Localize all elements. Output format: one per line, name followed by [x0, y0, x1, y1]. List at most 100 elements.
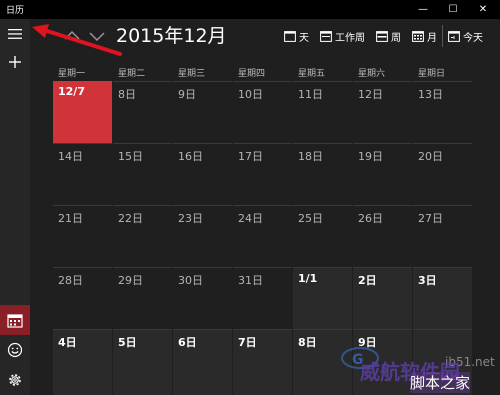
day-cell[interactable]: 13日 [413, 81, 472, 143]
title-bar: 日历 — ☐ ✕ [0, 0, 500, 19]
weekday-label: 星期一 [58, 69, 86, 79]
day-number: 12日 [358, 88, 383, 101]
new-event-button[interactable] [0, 47, 30, 77]
day-number: 25日 [298, 212, 323, 225]
today-icon [448, 30, 460, 42]
day-number: 23日 [178, 212, 203, 225]
weekday-label: 星期日 [418, 69, 446, 79]
today-button[interactable]: 今天 [448, 25, 483, 47]
day-number: 4日 [58, 336, 77, 349]
calendar-icon [7, 313, 23, 328]
workweek-view-icon [320, 30, 332, 42]
day-cell[interactable]: 22日 [113, 205, 172, 267]
day-number: 28日 [58, 274, 83, 287]
today-label: 今天 [463, 32, 483, 44]
month-title: 2015年12月 [116, 25, 227, 47]
day-number: 29日 [118, 274, 143, 287]
week-view-label: 周 [391, 32, 401, 44]
day-number: 18日 [298, 150, 323, 163]
day-number: 5日 [118, 336, 137, 349]
day-number: 12/7 [58, 85, 85, 98]
day-cell[interactable]: 26日 [353, 205, 412, 267]
minimize-button[interactable]: — [408, 0, 438, 19]
calendar-nav-button[interactable] [0, 305, 30, 335]
menu-button[interactable] [0, 19, 30, 49]
day-number: 21日 [58, 212, 83, 225]
month-view-label: 月 [427, 32, 437, 44]
workweek-view-button[interactable]: 工作周 [320, 25, 365, 47]
day-number: 6日 [178, 336, 197, 349]
day-cell[interactable]: 29日 [113, 267, 172, 329]
sidebar [0, 19, 30, 395]
day-cell[interactable]: 12日 [353, 81, 412, 143]
day-cell[interactable]: 14日 [53, 143, 112, 205]
day-number: 10日 [238, 88, 263, 101]
day-cell[interactable]: 27日 [413, 205, 472, 267]
toolbar-divider [442, 25, 443, 47]
day-cell[interactable]: 8日 [113, 81, 172, 143]
close-button[interactable]: ✕ [468, 0, 498, 19]
day-cell[interactable]: 21日 [53, 205, 112, 267]
app-title: 日历 [6, 6, 25, 16]
day-number: 27日 [418, 212, 443, 225]
day-number: 20日 [418, 150, 443, 163]
weekday-label: 星期四 [238, 69, 266, 79]
day-number: 15日 [118, 150, 143, 163]
day-cell[interactable]: 23日 [173, 205, 232, 267]
day-cell[interactable]: 20日 [413, 143, 472, 205]
month-view-icon [412, 30, 424, 42]
day-cell[interactable]: 4日 [53, 329, 112, 395]
workweek-view-label: 工作周 [335, 32, 365, 44]
day-cell[interactable]: 25日 [293, 205, 352, 267]
feedback-button[interactable] [0, 335, 30, 365]
day-cell[interactable]: 24日 [233, 205, 292, 267]
day-cell[interactable]: 11日 [293, 81, 352, 143]
day-cell[interactable]: 16日 [173, 143, 232, 205]
day-view-label: 天 [299, 32, 309, 44]
day-cell-today[interactable]: 12/7 [53, 81, 112, 143]
day-cell[interactable]: 17日 [233, 143, 292, 205]
day-number: 2日 [358, 274, 377, 287]
day-number: 8日 [118, 88, 136, 101]
week-view-button[interactable]: 周 [376, 25, 401, 47]
day-cell[interactable]: 9日 [173, 81, 232, 143]
day-number: 19日 [358, 150, 383, 163]
day-number: 9日 [178, 88, 196, 101]
calendar-main: 2015年12月 天 工作周 周 月 今天 星期一 星期二 星期三 星期四 星期… [30, 19, 500, 395]
settings-button[interactable] [0, 365, 30, 395]
gear-icon [9, 374, 21, 386]
day-view-icon [284, 30, 296, 42]
day-number: 24日 [238, 212, 263, 225]
day-cell[interactable]: 7日 [233, 329, 292, 395]
day-cell[interactable]: 2日 [353, 267, 412, 329]
maximize-button[interactable]: ☐ [438, 0, 468, 19]
day-number: 13日 [418, 88, 443, 101]
day-number: 31日 [238, 274, 263, 287]
day-number: 3日 [418, 274, 437, 287]
day-number: 16日 [178, 150, 203, 163]
day-view-button[interactable]: 天 [284, 25, 309, 47]
day-cell[interactable]: 30日 [173, 267, 232, 329]
day-cell[interactable]: 28日 [53, 267, 112, 329]
day-cell[interactable]: 5日 [113, 329, 172, 395]
day-cell[interactable]: 18日 [293, 143, 352, 205]
day-number: 26日 [358, 212, 383, 225]
day-cell[interactable]: 6日 [173, 329, 232, 395]
day-cell[interactable]: 3日 [413, 267, 472, 329]
plus-icon [9, 56, 21, 68]
weekday-label: 星期五 [298, 69, 326, 79]
weekday-label: 星期二 [118, 69, 146, 79]
day-number: 11日 [298, 88, 323, 101]
day-number: 8日 [298, 336, 317, 349]
annotation-arrow-icon [32, 24, 122, 56]
month-view-button[interactable]: 月 [412, 25, 437, 47]
hamburger-menu-icon [8, 29, 22, 39]
day-cell[interactable]: 19日 [353, 143, 412, 205]
day-cell[interactable]: 10日 [233, 81, 292, 143]
day-number: 22日 [118, 212, 143, 225]
day-cell[interactable]: 1/1 [293, 267, 352, 329]
day-number: 30日 [178, 274, 203, 287]
smiley-icon [7, 342, 23, 358]
day-cell[interactable]: 15日 [113, 143, 172, 205]
day-cell[interactable]: 31日 [233, 267, 292, 329]
